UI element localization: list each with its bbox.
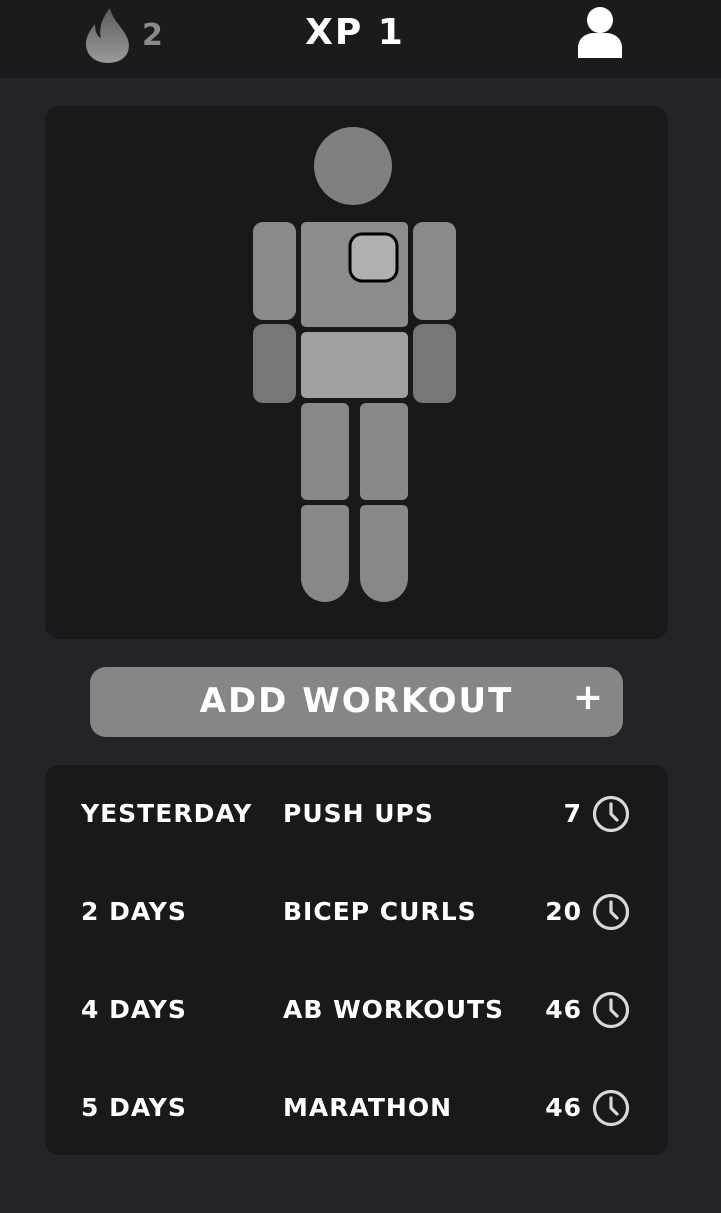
body-part-right-calf[interactable] — [360, 505, 408, 602]
add-workout-button[interactable]: ADD WORKOUT + — [90, 667, 623, 737]
workout-history-list: YESTERDAY PUSH UPS 7 2 DAYS BICEP CURLS … — [45, 765, 668, 1155]
workout-name: BICEP CURLS — [283, 897, 477, 926]
xp-label: XP 1 — [305, 12, 405, 53]
flame-icon — [84, 6, 132, 64]
workout-name: MARATHON — [283, 1093, 453, 1122]
workout-when: 5 DAYS — [81, 1093, 187, 1122]
body-part-left-calf[interactable] — [301, 505, 349, 602]
clock-icon — [592, 893, 630, 931]
workout-name: PUSH UPS — [283, 799, 434, 828]
workout-minutes: 7 — [563, 799, 582, 828]
workout-when: 4 DAYS — [81, 995, 187, 1024]
workout-when: 2 DAYS — [81, 897, 187, 926]
workout-minutes: 46 — [545, 1093, 582, 1122]
workout-minutes: 46 — [545, 995, 582, 1024]
body-map-card — [45, 106, 668, 639]
body-figure — [253, 127, 456, 602]
body-part-left-upper-arm[interactable] — [253, 222, 296, 320]
plus-icon: + — [572, 677, 603, 718]
clock-icon — [592, 795, 630, 833]
body-part-right-thigh[interactable] — [360, 403, 408, 500]
list-item[interactable]: 2 DAYS BICEP CURLS 20 — [45, 882, 668, 942]
workout-when: YESTERDAY — [81, 799, 253, 828]
list-item[interactable]: 4 DAYS AB WORKOUTS 46 — [45, 980, 668, 1040]
profile-button[interactable] — [576, 6, 624, 58]
body-part-right-forearm[interactable] — [413, 324, 456, 403]
streak-indicator: 2 — [84, 6, 164, 64]
workout-minutes: 20 — [545, 897, 582, 926]
top-bar: 2 XP 1 — [0, 0, 721, 78]
user-icon — [576, 7, 624, 62]
body-part-right-upper-arm[interactable] — [413, 222, 456, 320]
clock-icon — [592, 991, 630, 1029]
body-part-abdomen[interactable] — [301, 332, 408, 398]
body-part-chest[interactable] — [348, 232, 399, 283]
streak-count: 2 — [142, 17, 164, 53]
body-part-head[interactable] — [314, 127, 392, 205]
body-part-left-forearm[interactable] — [253, 324, 296, 403]
body-part-left-thigh[interactable] — [301, 403, 349, 500]
add-workout-label: ADD WORKOUT — [199, 681, 514, 721]
list-item[interactable]: 5 DAYS MARATHON 46 — [45, 1078, 668, 1138]
list-item[interactable]: YESTERDAY PUSH UPS 7 — [45, 784, 668, 844]
clock-icon — [592, 1089, 630, 1127]
workout-name: AB WORKOUTS — [283, 995, 505, 1024]
